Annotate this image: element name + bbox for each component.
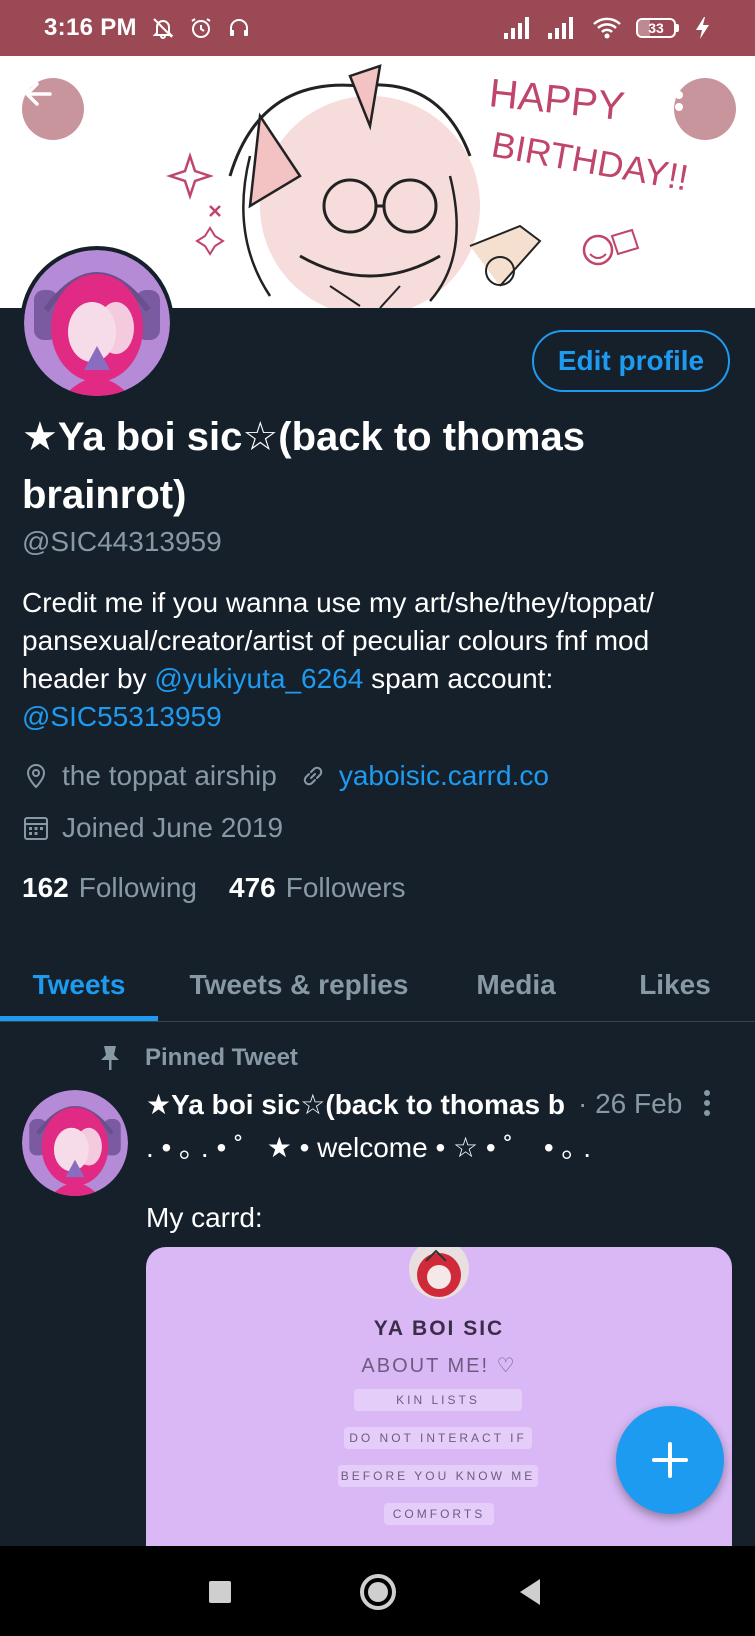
plus-icon bbox=[652, 1442, 688, 1478]
signal-icon bbox=[504, 17, 534, 39]
avatar-image bbox=[22, 1090, 128, 1196]
signal-icon bbox=[548, 17, 578, 39]
headset-icon bbox=[227, 16, 251, 40]
profile-meta-location: the toppat airship yaboisic.carrd.co bbox=[22, 760, 549, 792]
back-arrow-icon bbox=[25, 82, 52, 106]
tweet-more-button[interactable] bbox=[702, 1088, 712, 1125]
followers-count: 476 bbox=[229, 872, 276, 903]
charging-icon bbox=[693, 16, 713, 40]
profile-display-name: ★Ya boi sic☆(back to thomas brainrot) bbox=[22, 415, 585, 517]
tweet-text-line: My carrd: bbox=[146, 1202, 263, 1233]
tweet-header: ★Ya boi sic☆(back to thomas b... · 26 Fe… bbox=[146, 1084, 746, 1124]
tweet-date: · 26 Feb bbox=[578, 1088, 683, 1119]
pinned-indicator: Pinned Tweet bbox=[97, 1044, 298, 1072]
card-about: ABOUT ME! ♡ bbox=[361, 1355, 517, 1377]
bio-text: spam account: bbox=[363, 663, 554, 694]
profile-bio: Credit me if you wanna use my art/she/th… bbox=[22, 584, 734, 736]
status-time: 3:16 PM bbox=[44, 14, 137, 41]
following-label: Following bbox=[78, 872, 197, 903]
tab-tweets-replies[interactable]: Tweets & replies bbox=[168, 948, 430, 1022]
square-icon bbox=[209, 1581, 231, 1603]
card-title: YA BOI SIC bbox=[373, 1317, 505, 1340]
triangle-back-icon bbox=[520, 1579, 540, 1605]
website-link[interactable]: yaboisic.carrd.co bbox=[339, 760, 549, 792]
location-text: the toppat airship bbox=[62, 760, 277, 791]
bio-mention-link[interactable]: @SIC55313959 bbox=[22, 701, 222, 732]
profile-avatar[interactable] bbox=[20, 246, 174, 400]
location-pin-icon bbox=[22, 762, 50, 790]
recents-button[interactable] bbox=[196, 1568, 244, 1616]
profile-meta-joined: Joined June 2019 bbox=[22, 812, 283, 844]
back-button[interactable] bbox=[22, 78, 84, 140]
more-options-button[interactable] bbox=[674, 78, 736, 140]
followers-link[interactable]: 476 Followers bbox=[229, 872, 406, 904]
active-tab-indicator bbox=[0, 1016, 158, 1021]
card-pill: KIN LISTS bbox=[354, 1389, 522, 1411]
back-nav-button[interactable] bbox=[506, 1568, 554, 1616]
bio-mention-link[interactable]: @yukiyuta_6264 bbox=[154, 663, 363, 694]
avatar-image bbox=[24, 250, 170, 396]
card-pill: DO NOT INTERACT IF bbox=[344, 1427, 532, 1449]
card-avatar-image bbox=[406, 1247, 472, 1303]
pinned-label: Pinned Tweet bbox=[145, 1044, 298, 1071]
battery-icon: 33 bbox=[636, 18, 679, 38]
link-icon bbox=[299, 762, 327, 790]
home-button[interactable] bbox=[354, 1568, 402, 1616]
pin-icon bbox=[97, 1044, 123, 1072]
follow-stats: 162 Following 476 Followers bbox=[22, 872, 406, 904]
tweet-author-name[interactable]: ★Ya boi sic☆(back to thomas b... bbox=[146, 1088, 566, 1121]
following-link[interactable]: 162 Following bbox=[22, 872, 197, 904]
calendar-icon bbox=[22, 814, 50, 842]
following-count: 162 bbox=[22, 872, 69, 903]
tab-tweets[interactable]: Tweets bbox=[0, 948, 158, 1022]
card-pill: COMFORTS bbox=[384, 1503, 494, 1525]
alarm-icon bbox=[189, 16, 213, 40]
wifi-icon bbox=[592, 16, 622, 40]
status-bar: 3:16 PM 33 bbox=[0, 0, 755, 56]
circle-icon bbox=[360, 1574, 396, 1610]
more-vertical-icon bbox=[704, 1090, 710, 1116]
joined-text: Joined June 2019 bbox=[62, 812, 284, 843]
mute-icon bbox=[151, 16, 175, 40]
card-pill: BEFORE YOU KNOW ME bbox=[338, 1465, 538, 1487]
tweet-author-avatar[interactable] bbox=[22, 1090, 128, 1196]
tab-media[interactable]: Media bbox=[440, 948, 592, 1022]
system-nav-bar bbox=[0, 1546, 755, 1636]
more-vertical-icon bbox=[675, 79, 683, 111]
edit-profile-button[interactable]: Edit profile bbox=[532, 330, 730, 392]
compose-tweet-button[interactable] bbox=[616, 1406, 724, 1514]
tweet-text-line: . • ｡ . • ˚ ★ • welcome • ☆ • ˚ • ｡ . bbox=[146, 1132, 592, 1163]
followers-label: Followers bbox=[285, 872, 406, 903]
tab-likes[interactable]: Likes bbox=[600, 948, 750, 1022]
profile-tabs: Tweets Tweets & replies Media Likes bbox=[0, 948, 755, 1022]
profile-handle: @SIC44313959 bbox=[22, 526, 222, 557]
